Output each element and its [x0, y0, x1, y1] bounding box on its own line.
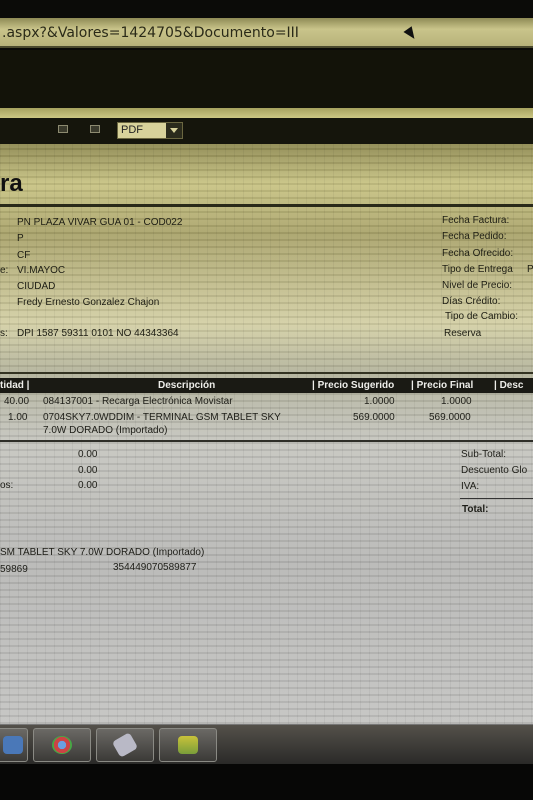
document-title: ra: [0, 170, 23, 197]
taskbar-chrome-button[interactable]: [33, 728, 91, 762]
report-toolbar: PDF: [0, 118, 533, 144]
table-bottom-divider: [0, 440, 533, 442]
row-cantidad: 1.00: [8, 412, 28, 423]
fecha-pedido-label: Fecha Pedido:: [442, 231, 507, 242]
header-divider: [0, 372, 533, 374]
mouse-cursor-icon: [403, 26, 419, 42]
customer-address: VI.MAYOC: [17, 265, 66, 276]
header-cantidad: tidad |: [0, 380, 30, 391]
row-precio-sugerido: 569.0000: [353, 412, 395, 423]
folder-icon: [178, 736, 198, 754]
subtotal-label-3: os:: [0, 480, 14, 491]
row-descripcion: 0704SKY7.0WDDIM - TERMINAL GSM TABLET SK…: [43, 412, 281, 423]
total-label: Total:: [462, 504, 489, 515]
row-precio-final: 1.0000: [441, 396, 472, 407]
subtotal-label: Sub-Total:: [461, 449, 507, 460]
taskbar: [0, 724, 533, 764]
id-label: s:: [0, 328, 8, 339]
report-toolbar-strip: [0, 108, 533, 118]
header-precio-sugerido: | Precio Sugerido: [312, 380, 395, 391]
customer-code: P: [17, 233, 24, 244]
address-label: e:: [0, 265, 9, 276]
chrome-icon: [52, 736, 72, 754]
seller-name: Fredy Ernesto Gonzalez Chajon: [17, 297, 160, 308]
tipo-cambio-label: Tipo de Cambio:: [445, 311, 518, 322]
header-descripcion: Descripción: [158, 380, 216, 391]
customer-city: CIUDAD: [17, 281, 56, 292]
customer-id-document: DPI 1587 59311 0101 NO 44343364: [17, 328, 179, 339]
serial-imei: 354449070589877: [113, 562, 197, 573]
tipo-entrega-label: Tipo de Entrega: [442, 264, 513, 275]
customer-name: PN PLAZA VIVAR GUA 01 - COD022: [17, 217, 183, 228]
browser-chrome-band: [0, 50, 533, 108]
fecha-ofrecido-label: Fecha Ofrecido:: [442, 248, 514, 259]
totals-divider: [460, 498, 533, 499]
taskbar-folder-button[interactable]: [159, 728, 217, 762]
taskbar-tool-button[interactable]: [96, 728, 154, 762]
row-precio-sugerido: 1.0000: [364, 396, 395, 407]
serial-item-code: 59869: [0, 564, 28, 575]
row-descripcion-continued: 7.0W DORADO (Importado): [43, 425, 168, 436]
grid-icon[interactable]: [90, 125, 100, 133]
customer-nit: CF: [17, 250, 31, 261]
ie-icon: [3, 736, 23, 754]
row-descripcion: 084137001 - Recarga Electrónica Movistar: [43, 396, 233, 407]
items-table-header: tidad | Descripción | Precio Sugerido | …: [0, 378, 533, 393]
address-bar[interactable]: .aspx?&Valores=1424705&Documento=III: [0, 18, 533, 48]
iva-label: IVA:: [461, 481, 480, 492]
invoice-document: ra PN PLAZA VIVAR GUA 01 - COD022 P CF e…: [0, 144, 533, 724]
subtotal-value-3: 0.00: [78, 480, 98, 491]
tool-icon: [111, 732, 139, 758]
export-format-select[interactable]: PDF: [117, 122, 183, 139]
address-url[interactable]: .aspx?&Valores=1424705&Documento=III: [2, 25, 299, 41]
taskbar-ie-button[interactable]: [0, 728, 28, 762]
screen-frame: .aspx?&Valores=1424705&Documento=III PDF…: [0, 0, 533, 800]
chevron-down-icon[interactable]: [166, 123, 182, 138]
nivel-precio-label: Nivel de Precio:: [442, 280, 513, 291]
header-desc: | Desc: [494, 380, 524, 391]
tipo-entrega-value: P: [527, 264, 533, 275]
serial-item-description: SM TABLET SKY 7.0W DORADO (Importado): [0, 547, 205, 558]
subtotal-value-2: 0.00: [78, 465, 98, 476]
page-icon[interactable]: [58, 125, 68, 133]
row-precio-final: 569.0000: [429, 412, 471, 423]
fecha-factura-label: Fecha Factura:: [442, 215, 510, 226]
monitor-bezel: [0, 764, 533, 800]
export-format-value: PDF: [121, 124, 143, 136]
subtotal-value-1: 0.00: [78, 449, 98, 460]
descuento-label: Descuento Glo: [461, 465, 528, 476]
header-precio-final: | Precio Final: [411, 380, 474, 391]
dias-credito-label: Días Crédito:: [442, 296, 501, 307]
reserva-label: Reserva: [444, 328, 482, 339]
title-divider: [0, 204, 533, 207]
row-cantidad: 40.00: [4, 396, 30, 407]
